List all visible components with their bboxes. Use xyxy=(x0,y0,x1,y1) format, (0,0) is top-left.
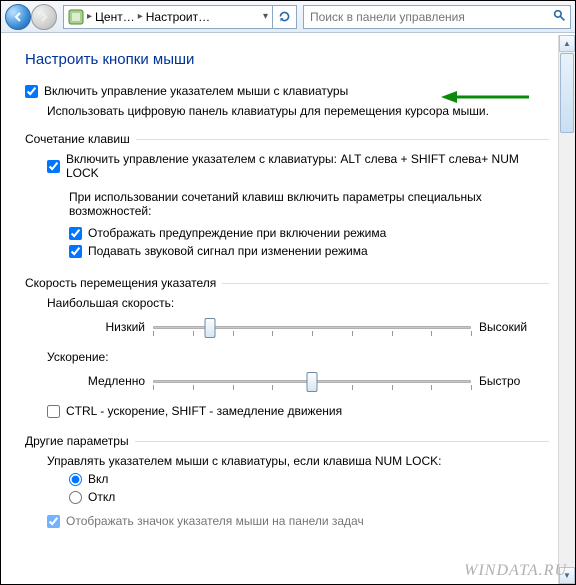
navigation-bar: ▸ Цент… ▸ Настроит… ▾ xyxy=(1,1,575,33)
refresh-button[interactable] xyxy=(273,5,297,29)
numlock-off-label: Откл xyxy=(88,490,115,504)
section-shortcut-heading: Сочетание клавиш xyxy=(25,132,130,146)
chevron-right-icon: ▸ xyxy=(87,11,92,22)
breadcrumb-bar[interactable]: ▸ Цент… ▸ Настроит… ▾ xyxy=(63,5,273,29)
enable-mouse-keys-description: Использовать цифровую панель клавиатуры … xyxy=(47,104,549,118)
search-input[interactable] xyxy=(308,9,549,25)
ctrl-shift-modifier-checkbox[interactable] xyxy=(47,405,60,418)
speed-high-label: Высокий xyxy=(479,320,549,334)
breadcrumb-item[interactable]: Цент… xyxy=(95,10,135,24)
section-other-heading: Другие параметры xyxy=(25,434,129,448)
breadcrumb-item[interactable]: Настроит… xyxy=(146,10,210,24)
show-tray-icon-label: Отображать значок указателя мыши на пане… xyxy=(66,514,364,528)
control-panel-icon xyxy=(68,9,84,25)
divider xyxy=(222,283,549,284)
chevron-right-icon: ▸ xyxy=(138,11,143,22)
speed-low-label: Низкий xyxy=(65,320,145,334)
enable-mouse-keys-label: Включить управление указателем мыши с кл… xyxy=(44,84,348,98)
search-icon xyxy=(553,9,566,25)
page-title: Настроить кнопки мыши xyxy=(25,51,549,68)
enable-shortcut-checkbox[interactable] xyxy=(47,160,60,173)
numlock-off-radio[interactable] xyxy=(69,491,82,504)
shortcut-subdesc: При использовании сочетаний клавиш включ… xyxy=(69,190,549,218)
accel-slider[interactable] xyxy=(153,368,471,394)
chevron-down-icon[interactable]: ▾ xyxy=(263,11,268,22)
search-box[interactable] xyxy=(303,5,571,29)
beep-on-change-checkbox[interactable] xyxy=(69,245,82,258)
section-speed-heading: Скорость перемещения указателя xyxy=(25,276,216,290)
ctrl-shift-modifier-label: CTRL - ускорение, SHIFT - замедление дви… xyxy=(66,404,342,418)
warn-on-enable-checkbox[interactable] xyxy=(69,227,82,240)
numlock-on-label: Вкл xyxy=(88,472,108,486)
show-tray-icon-checkbox[interactable] xyxy=(47,515,60,528)
numlock-on-radio[interactable] xyxy=(69,473,82,486)
nav-forward-button[interactable] xyxy=(31,4,57,30)
accel-label: Ускорение: xyxy=(47,350,549,364)
content-area: Настроить кнопки мыши Включить управлени… xyxy=(7,35,565,542)
beep-on-change-label: Подавать звуковой сигнал при изменении р… xyxy=(88,244,368,258)
speed-slider[interactable] xyxy=(153,314,471,340)
divider xyxy=(136,139,549,140)
numlock-label: Управлять указателем мыши с клавиатуры, … xyxy=(47,454,549,468)
enable-shortcut-label: Включить управление указателем с клавиат… xyxy=(66,152,549,180)
max-speed-label: Наибольшая скорость: xyxy=(47,296,549,310)
nav-back-button[interactable] xyxy=(5,4,31,30)
enable-mouse-keys-checkbox[interactable] xyxy=(25,85,38,98)
divider xyxy=(135,441,549,442)
warn-on-enable-label: Отображать предупреждение при включении … xyxy=(88,226,386,240)
accel-low-label: Медленно xyxy=(65,374,145,388)
accel-high-label: Быстро xyxy=(479,374,549,388)
